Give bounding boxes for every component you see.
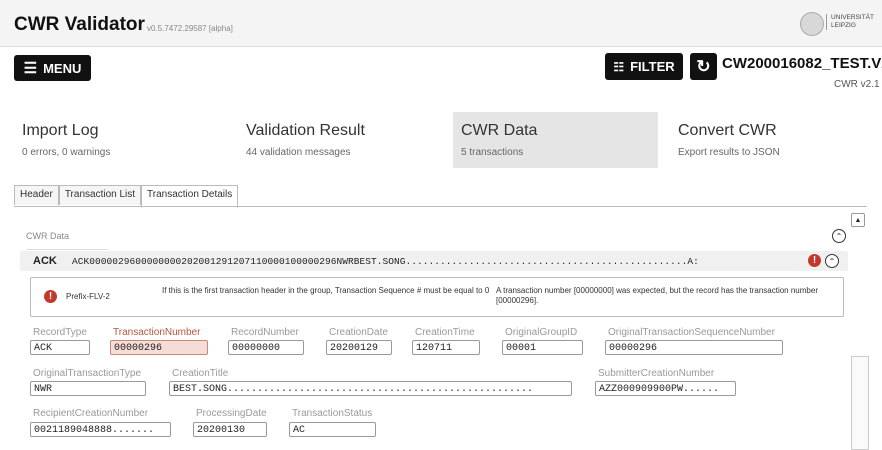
field-label-transaction-status: TransactionStatus — [292, 408, 373, 419]
card-subtitle: 0 errors, 0 warnings — [22, 147, 111, 158]
tab-transaction-details[interactable]: Transaction Details — [141, 185, 239, 208]
card-cwr-data[interactable]: CWR Data 5 transactions — [453, 112, 658, 168]
tab-divider — [14, 206, 867, 207]
field-label-creation-time: CreationTime — [415, 327, 475, 338]
card-subtitle: Export results to JSON — [678, 147, 780, 158]
university-logo-text: UNIVERSITÄT LEIPZIG — [826, 14, 874, 30]
scroll-up-button[interactable]: ▲ — [851, 213, 865, 227]
field-creation-time[interactable]: 120711 — [412, 340, 480, 355]
field-label-transaction-number: TransactionNumber — [113, 327, 201, 338]
filter-button[interactable]: ☷ FILTER — [605, 53, 683, 80]
card-title: Convert CWR — [678, 122, 777, 139]
card-title: Import Log — [22, 122, 99, 139]
chevron-up-icon[interactable]: ⌃ — [832, 229, 846, 243]
card-validation-result[interactable]: Validation Result 44 validation messages — [238, 112, 443, 168]
field-label-record-number: RecordNumber — [231, 327, 299, 338]
field-transaction-status[interactable]: AC — [289, 422, 376, 437]
field-original-transaction-sequence-number[interactable]: 00000296 — [605, 340, 783, 355]
card-subtitle: 5 transactions — [461, 147, 524, 158]
field-label-submitter-creation-number: SubmitterCreationNumber — [598, 368, 715, 379]
message-rule-text: If this is the first transaction header … — [162, 286, 490, 295]
field-creation-title[interactable]: BEST.SONG...............................… — [169, 381, 572, 396]
message-code: Prefix-FLV-2 — [66, 292, 110, 301]
field-recipient-creation-number[interactable]: 0021189048888....... — [30, 422, 171, 437]
card-subtitle: 44 validation messages — [246, 147, 351, 158]
field-transaction-number[interactable]: 00000296 — [110, 340, 208, 355]
field-submitter-creation-number[interactable]: AZZ000909900PW...... — [595, 381, 736, 396]
record-type-label: ACK — [33, 255, 57, 267]
refresh-button[interactable]: ↻ — [690, 53, 717, 80]
field-label-original-transaction-type: OriginalTransactionType — [33, 368, 142, 379]
app-title: CWR Validator — [14, 14, 145, 35]
field-label-original-transaction-sequence-number: OriginalTransactionSequenceNumber — [608, 327, 775, 338]
hamburger-icon: ☰ — [23, 60, 38, 77]
university-seal-logo — [800, 12, 824, 36]
scrollbar[interactable] — [851, 356, 869, 450]
field-processing-date[interactable]: 20200130 — [193, 422, 267, 437]
field-label-record-type: RecordType — [33, 327, 87, 338]
error-icon: ! — [808, 254, 821, 267]
field-label-creation-date: CreationDate — [329, 327, 388, 338]
message-detail-text: A transaction number [00000000] was expe… — [496, 286, 818, 305]
field-creation-date[interactable]: 20200129 — [326, 340, 392, 355]
record-raw-text: ACK0000029600000000202001291207110000100… — [72, 256, 699, 267]
card-title: Validation Result — [246, 122, 365, 139]
divider — [26, 249, 108, 250]
sliders-icon: ☷ — [613, 59, 625, 74]
field-label-original-group-id: OriginalGroupID — [505, 327, 578, 338]
cwr-version: CWR v2.1 — [834, 79, 880, 90]
refresh-icon: ↻ — [696, 56, 711, 76]
field-record-type[interactable]: ACK — [30, 340, 90, 355]
app-version: v0.5.7472.29587 [alpha] — [147, 24, 233, 33]
filter-button-label: FILTER — [630, 59, 675, 74]
field-original-transaction-type[interactable]: NWR — [30, 381, 146, 396]
field-label-processing-date: ProcessingDate — [196, 408, 267, 419]
card-convert-cwr[interactable]: Convert CWR Export results to JSON — [670, 112, 875, 168]
menu-button[interactable]: ☰ MENU — [14, 55, 91, 81]
field-original-group-id[interactable]: 00001 — [502, 340, 583, 355]
tab-bar: Header Transaction List Transaction Deta… — [14, 185, 239, 208]
tab-header[interactable]: Header — [14, 185, 59, 205]
error-icon: ! — [44, 290, 57, 303]
field-label-creation-title: CreationTitle — [172, 368, 229, 379]
card-title: CWR Data — [461, 122, 538, 139]
chevron-up-icon[interactable]: ⌃ — [825, 254, 839, 268]
card-import-log[interactable]: Import Log 0 errors, 0 warnings — [14, 112, 219, 168]
tab-transaction-list[interactable]: Transaction List — [58, 185, 142, 205]
section-label: CWR Data — [26, 231, 70, 241]
field-record-number[interactable]: 00000000 — [228, 340, 304, 355]
file-name: CW200016082_TEST.V21 — [722, 55, 882, 72]
field-label-recipient-creation-number: RecipientCreationNumber — [33, 408, 149, 419]
menu-button-label: MENU — [43, 60, 82, 76]
